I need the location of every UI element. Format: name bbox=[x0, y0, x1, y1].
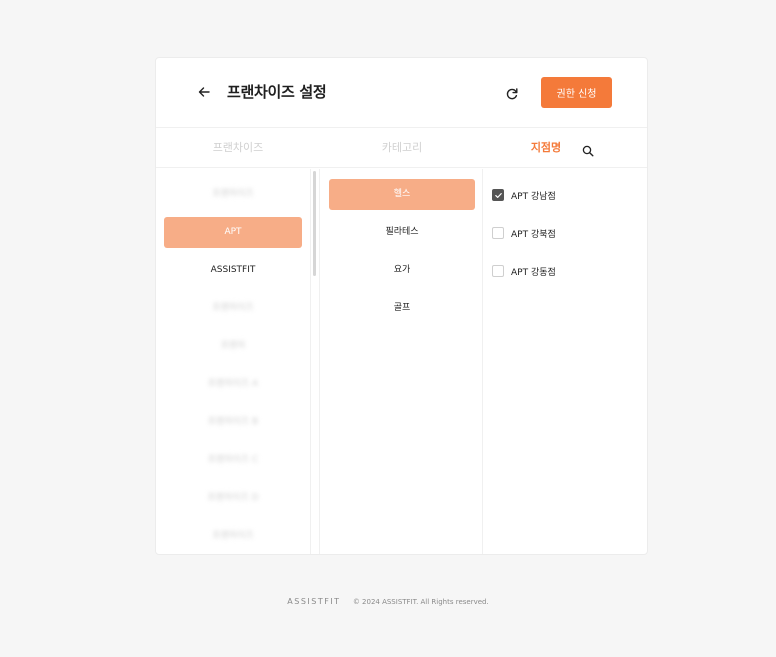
branch-label: APT 강북점 bbox=[511, 229, 556, 240]
branch-checkbox[interactable] bbox=[492, 265, 504, 277]
branch-item[interactable]: APT 강남점 bbox=[492, 187, 556, 203]
footer-logo: ASSISTFIT bbox=[287, 597, 341, 606]
franchise-scrollbar-thumb[interactable] bbox=[313, 171, 316, 276]
category-item-golf[interactable]: 골프 bbox=[329, 293, 475, 324]
back-arrow-icon[interactable] bbox=[196, 84, 212, 100]
search-icon[interactable] bbox=[582, 142, 594, 157]
branch-label: APT 강남점 bbox=[511, 191, 556, 202]
franchise-item[interactable]: 프랜차이즈 C bbox=[164, 445, 302, 476]
franchise-item-apt[interactable]: APT bbox=[164, 217, 302, 248]
franchise-item[interactable]: 프랜차이즈 B bbox=[164, 407, 302, 438]
category-item-health[interactable]: 헬스 bbox=[329, 179, 475, 210]
franchise-item[interactable]: 프랜차이즈 A bbox=[164, 369, 302, 400]
franchise-item[interactable]: 프랜차 bbox=[164, 331, 302, 362]
branch-list: APT 강남점 APT 강북점 APT 강동점 bbox=[484, 169, 647, 554]
franchise-item[interactable]: 프랜차이즈 bbox=[164, 293, 302, 324]
page-title: 프랜차이즈 설정 bbox=[227, 83, 327, 101]
tab-category[interactable]: 카테고리 bbox=[321, 128, 483, 168]
franchise-list: 프랜차이즈 APT ASSISTFIT 프랜차이즈 프랜차 프랜차이즈 A 프랜… bbox=[156, 169, 310, 554]
branch-item[interactable]: APT 강동점 bbox=[492, 263, 556, 279]
footer: ASSISTFIT © 2024 ASSISTFIT. All Rights r… bbox=[0, 597, 776, 606]
tab-franchise[interactable]: 프랜차이즈 bbox=[156, 128, 320, 168]
settings-card: 프랜차이즈 설정 권한 신청 프랜차이즈 카테고리 지점명 프랜차이즈 APT … bbox=[155, 57, 648, 555]
column-tabs: 프랜차이즈 카테고리 지점명 bbox=[156, 128, 647, 168]
category-item-yoga[interactable]: 요가 bbox=[329, 255, 475, 286]
category-item-pilates[interactable]: 필라테스 bbox=[329, 217, 475, 248]
category-list: 헬스 필라테스 요가 골프 bbox=[321, 169, 483, 554]
franchise-item[interactable]: 프랜차이즈 bbox=[164, 179, 302, 210]
apply-permission-button[interactable]: 권한 신청 bbox=[541, 77, 612, 108]
refresh-icon[interactable] bbox=[505, 86, 519, 100]
header: 프랜차이즈 설정 권한 신청 bbox=[156, 58, 647, 128]
franchise-item-assistfit[interactable]: ASSISTFIT bbox=[164, 255, 302, 286]
franchise-item[interactable]: 프랜차이즈 bbox=[164, 521, 302, 552]
branch-checkbox[interactable] bbox=[492, 227, 504, 239]
branch-label: APT 강동점 bbox=[511, 267, 556, 278]
check-icon bbox=[495, 193, 502, 198]
footer-copyright: © 2024 ASSISTFIT. All Rights reserved. bbox=[352, 598, 489, 606]
branch-item[interactable]: APT 강북점 bbox=[492, 225, 556, 241]
branch-checkbox-checked[interactable] bbox=[492, 189, 504, 201]
tab-branch-name[interactable]: 지점명 bbox=[516, 128, 576, 168]
franchise-item[interactable]: 프랜차이즈 D bbox=[164, 483, 302, 514]
